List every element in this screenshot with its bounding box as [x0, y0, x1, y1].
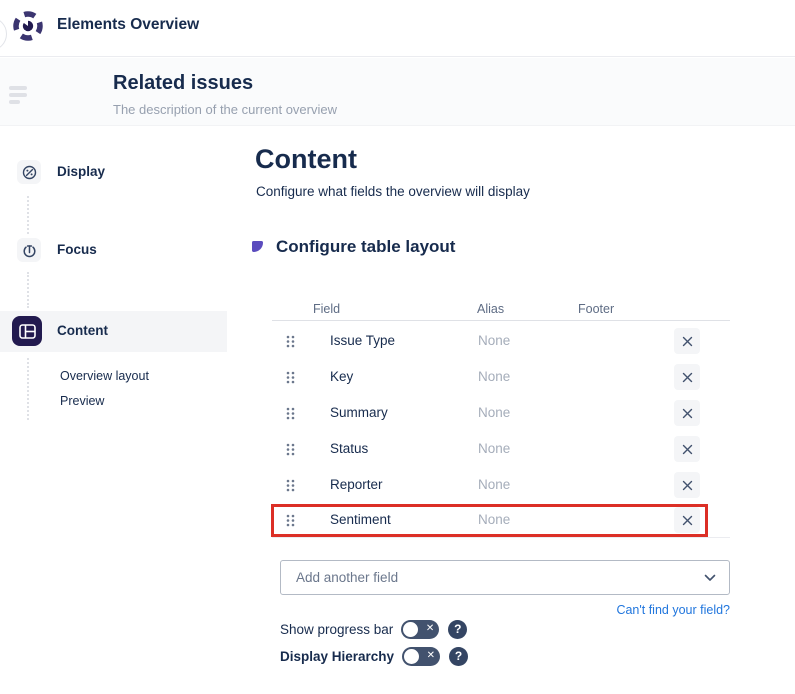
- drag-handle-icon[interactable]: [286, 371, 295, 384]
- sidebar-subitem-overview-layout[interactable]: Overview layout: [60, 369, 149, 383]
- section-title: Configure table layout: [276, 237, 455, 257]
- sidebar-item-display[interactable]: Display: [0, 158, 227, 186]
- remove-field-button[interactable]: [674, 328, 700, 354]
- field-alias[interactable]: None: [478, 477, 510, 492]
- section-bullet-icon: [252, 241, 263, 252]
- add-field-select[interactable]: Add another field: [280, 560, 730, 595]
- elements-overview-logo-icon: [11, 9, 45, 43]
- field-alias[interactable]: None: [478, 441, 510, 456]
- field-name: Summary: [330, 405, 388, 420]
- content-board-icon: [12, 316, 42, 346]
- table-row-reporter: Reporter None: [272, 472, 730, 498]
- field-alias[interactable]: None: [478, 369, 510, 384]
- toggle-knob: [403, 622, 418, 637]
- sidebar-item-label: Focus: [57, 242, 97, 257]
- field-name: Issue Type: [330, 333, 395, 348]
- sidebar-connector: [27, 358, 29, 420]
- sidebar-item-label: Display: [57, 164, 105, 179]
- app-header: Elements Overview: [0, 0, 795, 57]
- description-lines-icon: [9, 86, 29, 106]
- drag-handle-icon[interactable]: [286, 479, 295, 492]
- display-hierarchy-toggle[interactable]: ✕: [402, 647, 440, 666]
- sidebar-item-content[interactable]: Content: [0, 314, 227, 348]
- add-field-placeholder: Add another field: [296, 570, 398, 585]
- table-bottom-divider: [272, 537, 730, 538]
- page-title: Content: [255, 144, 357, 175]
- close-icon: [682, 408, 693, 419]
- sidebar-connector: [27, 272, 29, 308]
- table-row-issue-type: Issue Type None: [272, 328, 730, 354]
- toggle-label: Show progress bar: [280, 622, 393, 637]
- column-header-footer: Footer: [578, 302, 614, 316]
- column-header-alias: Alias: [477, 302, 504, 316]
- drag-handle-icon[interactable]: [286, 335, 295, 348]
- table-row-key: Key None: [272, 364, 730, 390]
- field-alias[interactable]: None: [478, 333, 510, 348]
- toggle-knob: [404, 649, 419, 664]
- sidebar-subitem-preview[interactable]: Preview: [60, 394, 104, 408]
- show-progress-bar-row: Show progress bar ✕ ?: [280, 619, 467, 639]
- sidebar-connector: [27, 196, 29, 234]
- drag-handle-icon[interactable]: [286, 514, 295, 527]
- table-row-sentiment: Sentiment None: [272, 507, 730, 533]
- sidebar-item-focus[interactable]: Focus: [0, 236, 227, 264]
- table-header-divider: [272, 320, 730, 321]
- elements-overview-app: Elements Overview Related issues The des…: [0, 0, 795, 694]
- help-icon[interactable]: ?: [449, 647, 468, 666]
- help-icon[interactable]: ?: [448, 620, 467, 639]
- field-name: Sentiment: [330, 512, 391, 527]
- table-row-summary: Summary None: [272, 400, 730, 426]
- close-icon: [682, 480, 693, 491]
- toggle-off-x-icon: ✕: [427, 649, 435, 663]
- table-row-status: Status None: [272, 436, 730, 462]
- show-progress-bar-toggle[interactable]: ✕: [401, 620, 439, 639]
- overview-banner: Related issues The description of the cu…: [0, 58, 795, 126]
- close-icon: [682, 444, 693, 455]
- remove-field-button[interactable]: [674, 364, 700, 390]
- remove-field-button[interactable]: [674, 436, 700, 462]
- page-subtitle: Configure what fields the overview will …: [256, 184, 530, 199]
- drag-handle-icon[interactable]: [286, 443, 295, 456]
- column-header-field: Field: [313, 302, 340, 316]
- field-name: Status: [330, 441, 368, 456]
- remove-field-button[interactable]: [674, 400, 700, 426]
- toggle-off-x-icon: ✕: [426, 622, 434, 636]
- overview-description: The description of the current overview: [113, 102, 337, 117]
- field-alias[interactable]: None: [478, 405, 510, 420]
- display-hierarchy-row: Display Hierarchy ✕ ?: [280, 646, 468, 666]
- remove-field-button[interactable]: [674, 507, 700, 533]
- close-icon: [682, 515, 693, 526]
- focus-icon: [17, 238, 41, 262]
- field-name: Key: [330, 369, 353, 384]
- field-name: Reporter: [330, 477, 383, 492]
- cant-find-field-link[interactable]: Can't find your field?: [430, 603, 730, 617]
- display-icon: [17, 160, 41, 184]
- app-title: Elements Overview: [57, 16, 199, 34]
- field-alias[interactable]: None: [478, 512, 510, 527]
- sidebar-item-label: Content: [57, 323, 108, 338]
- toggle-label: Display Hierarchy: [280, 649, 394, 664]
- drag-handle-icon[interactable]: [286, 407, 295, 420]
- overview-title: Related issues: [113, 72, 253, 95]
- close-icon: [682, 372, 693, 383]
- close-icon: [682, 336, 693, 347]
- edge-circle-decoration: [0, 17, 7, 51]
- remove-field-button[interactable]: [674, 472, 700, 498]
- chevron-down-icon: [704, 574, 716, 582]
